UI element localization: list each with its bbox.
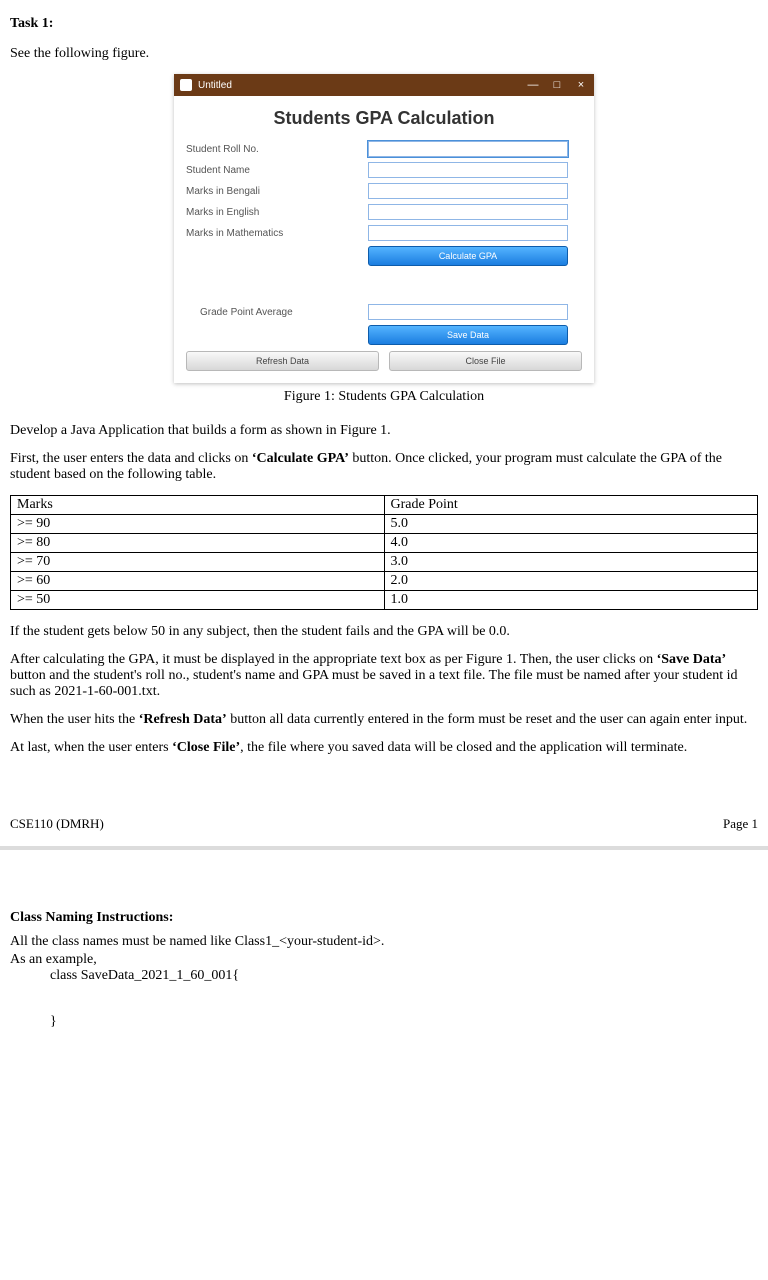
- refresh-data-button[interactable]: Refresh Data: [186, 351, 379, 371]
- task-heading: Task 1:: [10, 16, 758, 32]
- maximize-button[interactable]: □: [550, 78, 564, 92]
- text: After calculating the GPA, it must be di…: [10, 652, 657, 667]
- class-naming-p2: As an example,: [10, 952, 758, 968]
- table-row: Marks Grade Point: [11, 496, 758, 515]
- bengali-input[interactable]: [368, 183, 568, 199]
- roll-input[interactable]: [368, 141, 568, 157]
- table-row: >= 905.0: [11, 515, 758, 534]
- paragraph-calc: First, the user enters the data and clic…: [10, 451, 758, 483]
- table-row: >= 703.0: [11, 553, 758, 572]
- class-naming-brace: }: [10, 1014, 758, 1030]
- bold-term: ‘Close File’: [172, 740, 240, 755]
- intro-text: See the following figure.: [10, 46, 758, 62]
- close-file-button[interactable]: Close File: [389, 351, 582, 371]
- label-roll: Student Roll No.: [186, 144, 346, 155]
- paragraph-develop: Develop a Java Application that builds a…: [10, 423, 758, 439]
- grade-table: Marks Grade Point >= 905.0 >= 804.0 >= 7…: [10, 495, 758, 610]
- label-name: Student Name: [186, 165, 346, 176]
- window-title: Untitled: [198, 80, 232, 91]
- java-icon: [180, 79, 192, 91]
- app-title: Students GPA Calculation: [186, 108, 582, 129]
- text: , the file where you saved data will be …: [240, 740, 687, 755]
- paragraph-fail: If the student gets below 50 in any subj…: [10, 624, 758, 640]
- bold-term: ‘Calculate GPA’: [252, 451, 349, 466]
- calculate-gpa-button[interactable]: Calculate GPA: [368, 246, 568, 266]
- label-gpa: Grade Point Average: [186, 307, 346, 318]
- text: When the user hits the: [10, 712, 139, 727]
- math-input[interactable]: [368, 225, 568, 241]
- figure-caption: Figure 1: Students GPA Calculation: [10, 389, 758, 405]
- class-naming-heading: Class Naming Instructions:: [10, 910, 758, 926]
- footer-right: Page 1: [723, 816, 758, 832]
- bold-term: ‘Save Data’: [657, 652, 727, 667]
- english-input[interactable]: [368, 204, 568, 220]
- app-window: Untitled — □ × Students GPA Calculation …: [174, 74, 594, 383]
- table-row: >= 602.0: [11, 572, 758, 591]
- footer-left: CSE110 (DMRH): [10, 816, 104, 832]
- page-divider: [0, 846, 768, 850]
- text: button all data currently entered in the…: [227, 712, 748, 727]
- text: First, the user enters the data and clic…: [10, 451, 252, 466]
- name-input[interactable]: [368, 162, 568, 178]
- class-naming-code: class SaveData_2021_1_60_001{: [10, 968, 758, 984]
- paragraph-refresh: When the user hits the ‘Refresh Data’ bu…: [10, 712, 758, 728]
- gpa-output[interactable]: [368, 304, 568, 320]
- paragraph-close: At last, when the user enters ‘Close Fil…: [10, 740, 758, 756]
- paragraph-save: After calculating the GPA, it must be di…: [10, 652, 758, 700]
- header-gp: Grade Point: [384, 496, 758, 515]
- text: button and the student's roll no., stude…: [10, 668, 737, 699]
- page-footer: CSE110 (DMRH) Page 1: [10, 816, 758, 832]
- titlebar: Untitled — □ ×: [174, 74, 594, 96]
- save-data-button[interactable]: Save Data: [368, 325, 568, 345]
- close-button[interactable]: ×: [574, 78, 588, 92]
- header-marks: Marks: [11, 496, 385, 515]
- class-naming-p1: All the class names must be named like C…: [10, 934, 758, 950]
- table-row: >= 501.0: [11, 591, 758, 610]
- label-bengali: Marks in Bengali: [186, 186, 346, 197]
- text: At last, when the user enters: [10, 740, 172, 755]
- bold-term: ‘Refresh Data’: [139, 712, 227, 727]
- label-english: Marks in English: [186, 207, 346, 218]
- table-row: >= 804.0: [11, 534, 758, 553]
- label-math: Marks in Mathematics: [186, 228, 346, 239]
- minimize-button[interactable]: —: [526, 78, 540, 92]
